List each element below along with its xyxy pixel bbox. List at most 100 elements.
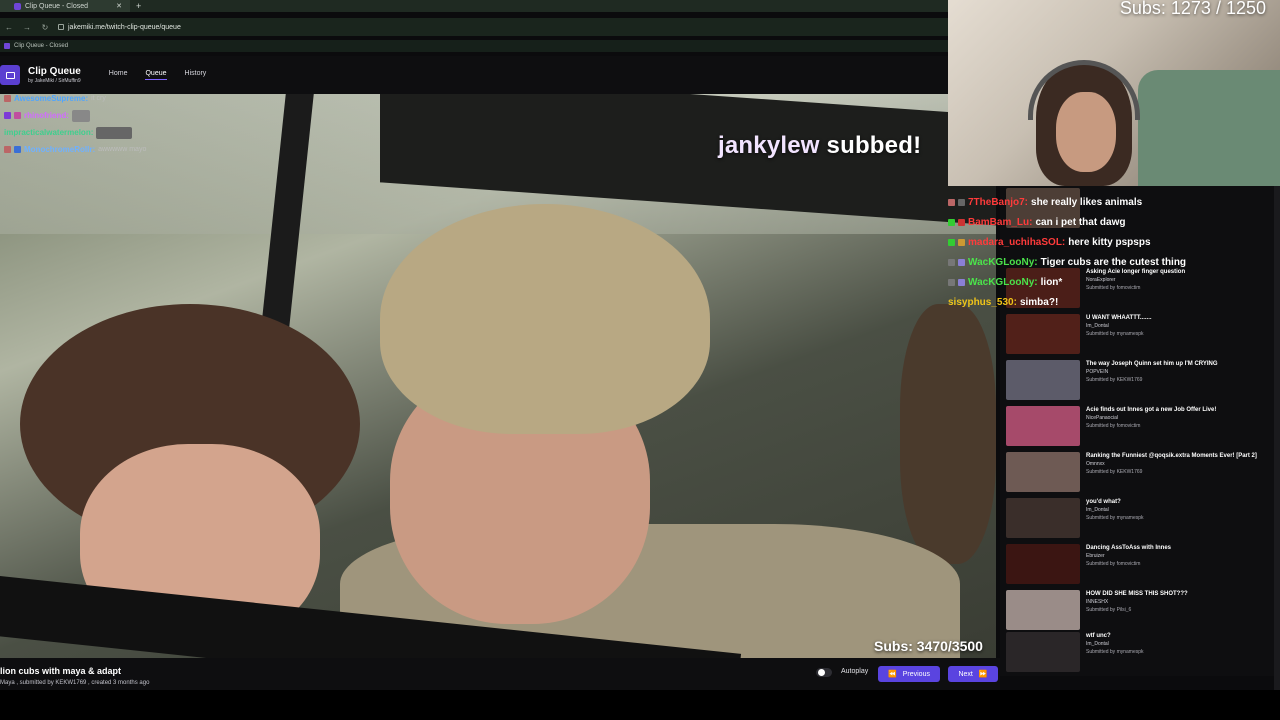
- chat-badge-icon: [958, 278, 965, 286]
- queue-item[interactable]: U WANT WHAATTT....... Im_Dontal Submitte…: [1006, 314, 1274, 356]
- chat-emote-icon: [96, 126, 133, 139]
- app-header: Clip Queue by JakeMiki / SirMuffin9 Home…: [0, 56, 948, 94]
- sub-alert: jankylew subbed!: [718, 132, 921, 160]
- sub-goal-counter: Subs: 3470/3500: [874, 638, 983, 654]
- chat-username[interactable]: madara_uchihaSOL:: [968, 237, 1065, 248]
- chat-badge-icon: [948, 258, 955, 266]
- chat-username[interactable]: WacKGLooNy:: [968, 257, 1038, 268]
- chat-badge-icon: [948, 278, 955, 286]
- queue-info: wtf unc? Im_Dontal Submitted by mynamesp…: [1086, 632, 1144, 674]
- bookmark-item[interactable]: Clip Queue - Closed: [14, 43, 68, 49]
- queue-item[interactable]: Dancing AssToAss with Innes Ebruizer Sub…: [1006, 544, 1274, 586]
- queue-item[interactable]: HOW DID SHE MISS THIS SHOT??? INNESHX Su…: [1006, 590, 1274, 632]
- left-chat-overlay: AwesomeSupreme: it cry rhinofriend: impr…: [0, 90, 200, 158]
- queue-thumbnail: [1006, 498, 1080, 538]
- forward-icon[interactable]: →: [22, 23, 32, 32]
- queue-title: Acie finds out Innes got a new Job Offer…: [1086, 407, 1217, 413]
- queue-item[interactable]: you'd what? Im_Dontal Submitted by mynam…: [1006, 498, 1274, 540]
- queue-info: Ranking the Funniest @qoqsik.extra Momen…: [1086, 452, 1257, 494]
- queue-submitter: Submitted by Pilsi_6: [1086, 607, 1132, 613]
- webcam-bed: [1138, 70, 1280, 186]
- new-tab-button[interactable]: +: [136, 1, 141, 11]
- url-field[interactable]: jakemiki.me/twitch-clip-queue/queue: [58, 24, 181, 31]
- chat-badge-icon: [958, 238, 965, 246]
- queue-title: Dancing AssToAss with Innes: [1086, 545, 1172, 551]
- queue-submitter: Submitted by mynamespk: [1086, 331, 1144, 337]
- chat-username[interactable]: 7TheBanjo7:: [968, 197, 1028, 208]
- next-button[interactable]: Next ⏩: [948, 666, 998, 682]
- app-title: Clip Queue: [28, 66, 81, 77]
- chat-text: Tiger cubs are the cutest thing: [1040, 256, 1187, 268]
- queue-item[interactable]: wtf unc? Im_Dontal Submitted by mynamesp…: [1006, 632, 1274, 674]
- queue-author: Im_Dontal: [1086, 507, 1109, 513]
- chat-username[interactable]: MonochromeRollr:: [24, 145, 95, 154]
- queue-title: HOW DID SHE MISS THIS SHOT???: [1086, 591, 1188, 597]
- queue-title: Ranking the Funniest @qoqsik.extra Momen…: [1086, 453, 1257, 459]
- browser-tab[interactable]: Clip Queue - Closed ✕: [0, 0, 130, 12]
- queue-thumbnail: [1006, 590, 1080, 630]
- clip-queue-logo-icon[interactable]: [0, 65, 20, 85]
- brand: Clip Queue by JakeMiki / SirMuffin9: [28, 66, 81, 84]
- previous-button[interactable]: ⏪ Previous: [878, 666, 940, 682]
- bookmarks-bar: Clip Queue - Closed: [0, 40, 948, 52]
- chat-message: MonochromeRollr: awwwww mayo: [0, 141, 200, 158]
- chat-badge-icon: [948, 198, 955, 206]
- rewind-icon: ⏪: [888, 671, 897, 678]
- chat-message: WacKGLooNy: lion*: [948, 272, 1248, 292]
- sub-alert-text: subbed!: [826, 132, 922, 159]
- queue-author: Ebruizer: [1086, 553, 1105, 559]
- headphones-icon: [1028, 60, 1140, 120]
- queue-info: Acie finds out Innes got a new Job Offer…: [1086, 406, 1216, 448]
- autoplay-toggle[interactable]: [816, 668, 832, 677]
- chat-message: 7TheBanjo7: she really likes animals: [948, 192, 1248, 212]
- tab-title: Clip Queue - Closed: [25, 2, 89, 10]
- queue-title: The way Joseph Quinn set him up I'M CRYI…: [1086, 361, 1218, 367]
- nav-history[interactable]: History: [185, 70, 207, 80]
- chat-text: can i pet that dawg: [1035, 216, 1126, 228]
- back-icon[interactable]: ←: [4, 23, 14, 32]
- nav-home[interactable]: Home: [109, 70, 128, 80]
- queue-info: U WANT WHAATTT....... Im_Dontal Submitte…: [1086, 314, 1152, 356]
- queue-author: NicePanaocial: [1086, 415, 1118, 421]
- chat-badge-icon: [14, 112, 21, 119]
- chat-badge-icon: [4, 146, 11, 153]
- queue-item[interactable]: Ranking the Funniest @qoqsik.extra Momen…: [1006, 452, 1274, 494]
- chat-username[interactable]: WacKGLooNy:: [968, 277, 1038, 288]
- clip-title: lion cubs with maya & adapt: [0, 666, 122, 676]
- chat-username[interactable]: rhinofriend:: [24, 111, 69, 120]
- chat-username[interactable]: impracticalwatermelon:: [4, 128, 93, 137]
- chat-text: simba?!: [1019, 296, 1059, 308]
- chat-badge-icon: [958, 198, 965, 206]
- queue-item[interactable]: The way Joseph Quinn set him up I'M CRYI…: [1006, 360, 1274, 402]
- queue-submitter: Submitted by fomovictim: [1086, 423, 1141, 429]
- chat-message: madara_uchihaSOL: here kitty pspsps: [948, 232, 1248, 252]
- autoplay-label: Autoplay: [841, 668, 869, 675]
- queue-title: you'd what?: [1086, 499, 1121, 505]
- chat-badge-icon: [958, 218, 965, 226]
- chat-message: WacKGLooNy: Tiger cubs are the cutest th…: [948, 252, 1248, 272]
- webcam-feed: Subs: 1273 / 1250: [948, 0, 1280, 186]
- chat-username[interactable]: sisyphus_530:: [948, 297, 1017, 308]
- right-chat-overlay: 7TheBanjo7: she really likes animals Bam…: [948, 192, 1248, 312]
- chat-text: lion*: [1040, 276, 1063, 288]
- video-player[interactable]: [0, 94, 996, 658]
- scrollbar[interactable]: [1274, 186, 1280, 690]
- queue-submitter: Submitted by KEKW1769: [1086, 377, 1143, 383]
- chat-username[interactable]: BamBam_Lu:: [968, 217, 1032, 228]
- video-man-hat: [380, 204, 710, 434]
- chat-text: here kitty pspsps: [1068, 236, 1151, 248]
- chat-username[interactable]: AwesomeSupreme:: [14, 94, 88, 103]
- address-bar: ← → ↻ jakemiki.me/twitch-clip-queue/queu…: [0, 18, 948, 36]
- nav-queue[interactable]: Queue: [145, 70, 167, 80]
- queue-thumbnail: [1006, 544, 1080, 584]
- chat-message: AwesomeSupreme: it cry: [0, 90, 200, 107]
- reload-icon[interactable]: ↻: [40, 23, 50, 32]
- close-tab-icon[interactable]: ✕: [116, 2, 122, 10]
- queue-thumbnail: [1006, 406, 1080, 446]
- sub-alert-name: jankylew: [718, 132, 820, 159]
- queue-info: HOW DID SHE MISS THIS SHOT??? INNESHX Su…: [1086, 590, 1188, 632]
- queue-item[interactable]: Acie finds out Innes got a new Job Offer…: [1006, 406, 1274, 448]
- queue-thumbnail: [1006, 360, 1080, 400]
- fast-forward-icon: ⏩: [978, 671, 988, 678]
- queue-author: Im_Dontal: [1086, 641, 1109, 647]
